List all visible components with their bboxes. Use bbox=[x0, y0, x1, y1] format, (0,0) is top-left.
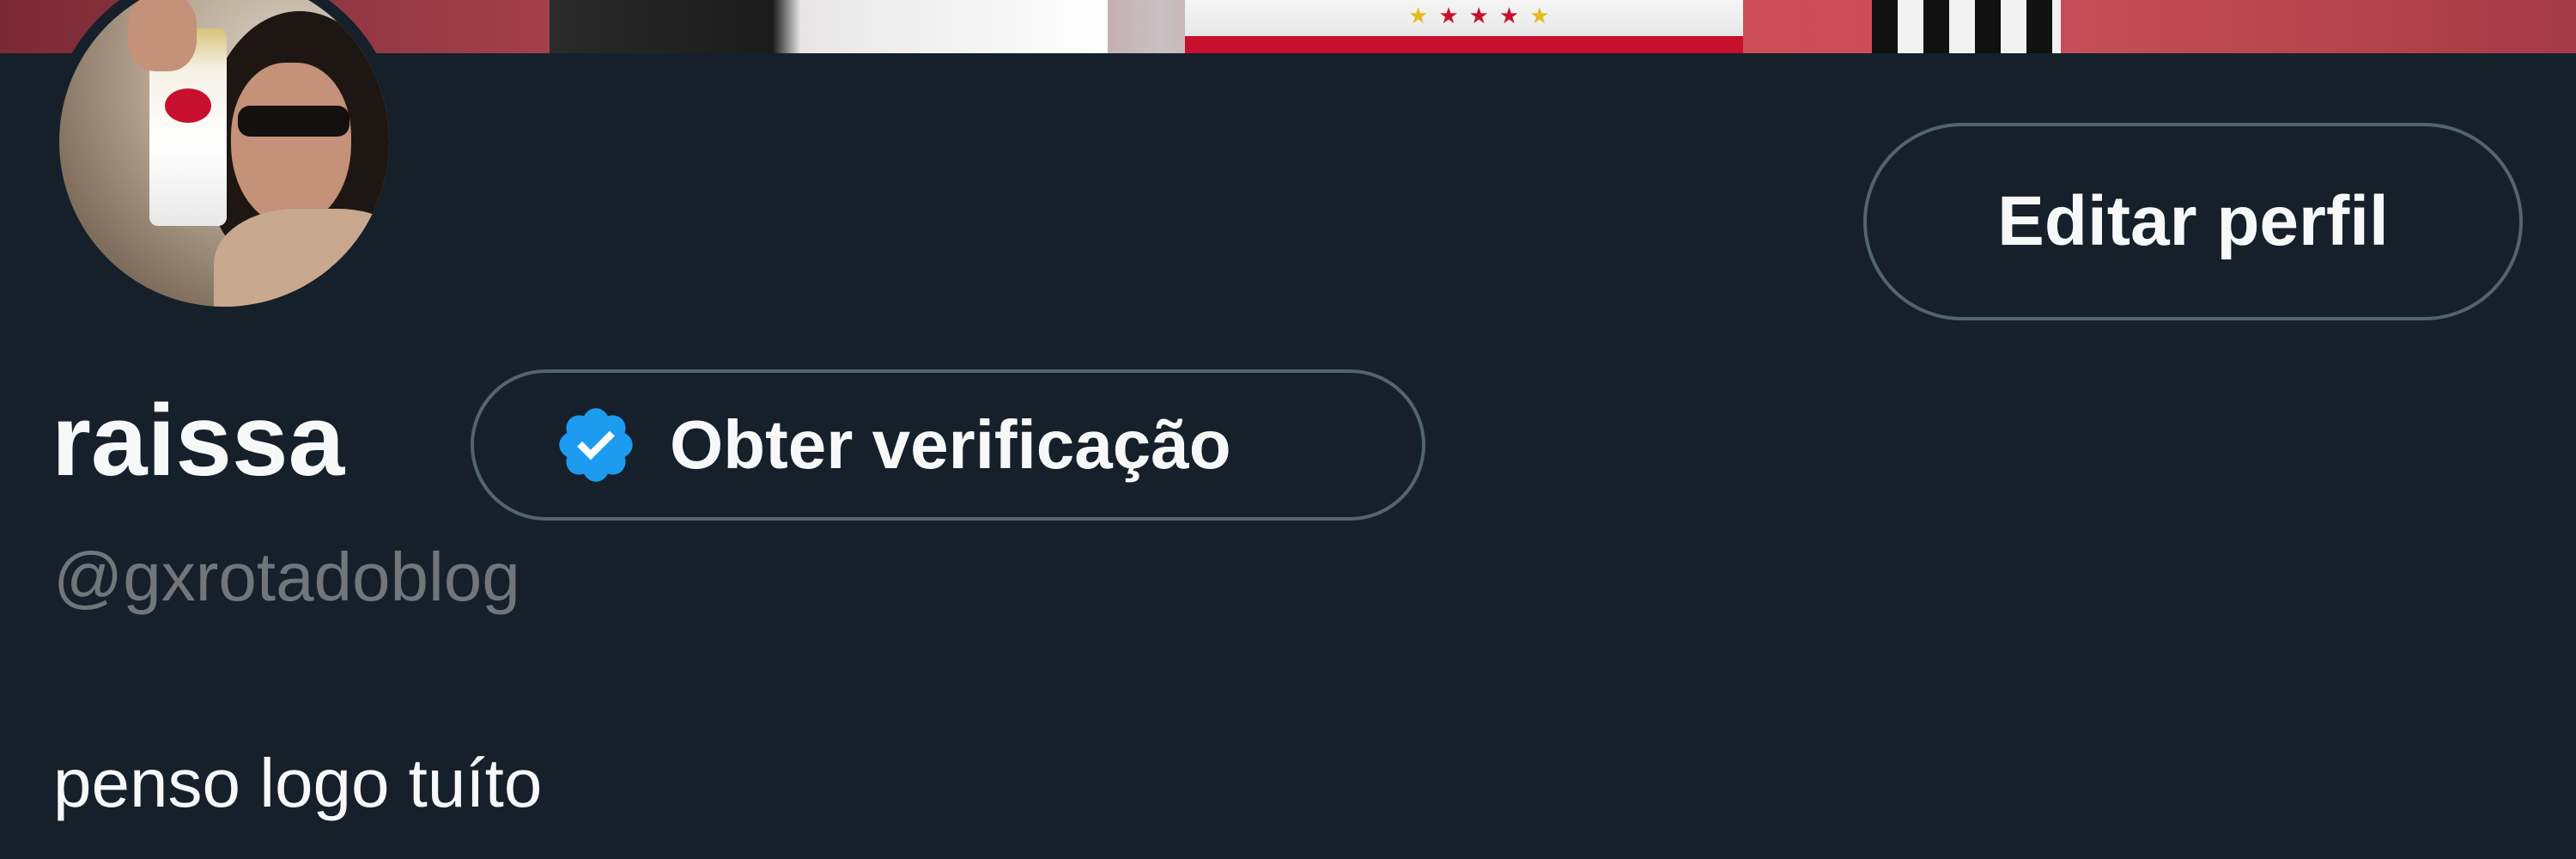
avatar-photo bbox=[59, 0, 389, 307]
display-name: raissa bbox=[52, 384, 345, 497]
get-verified-label: Obter verificação bbox=[670, 406, 1231, 483]
profile-banner[interactable]: ★★★★★ bbox=[0, 0, 2576, 53]
avatar[interactable] bbox=[48, 0, 400, 318]
banner-photo-region bbox=[1872, 0, 2061, 53]
profile-bio: penso logo tuíto bbox=[53, 745, 543, 821]
banner-stars: ★★★★★ bbox=[1408, 3, 1560, 29]
avatar-photo-detail bbox=[128, 0, 197, 71]
profile-handle: @gxrotadoblog bbox=[53, 539, 520, 615]
verified-badge-icon bbox=[553, 402, 639, 488]
get-verified-button[interactable]: Obter verificação bbox=[471, 369, 1425, 521]
avatar-photo-detail bbox=[238, 106, 349, 137]
avatar-photo-detail bbox=[231, 63, 351, 226]
edit-profile-button[interactable]: Editar perfil bbox=[1863, 123, 2523, 320]
banner-photo-region bbox=[550, 0, 1108, 53]
avatar-photo-detail bbox=[214, 209, 389, 307]
